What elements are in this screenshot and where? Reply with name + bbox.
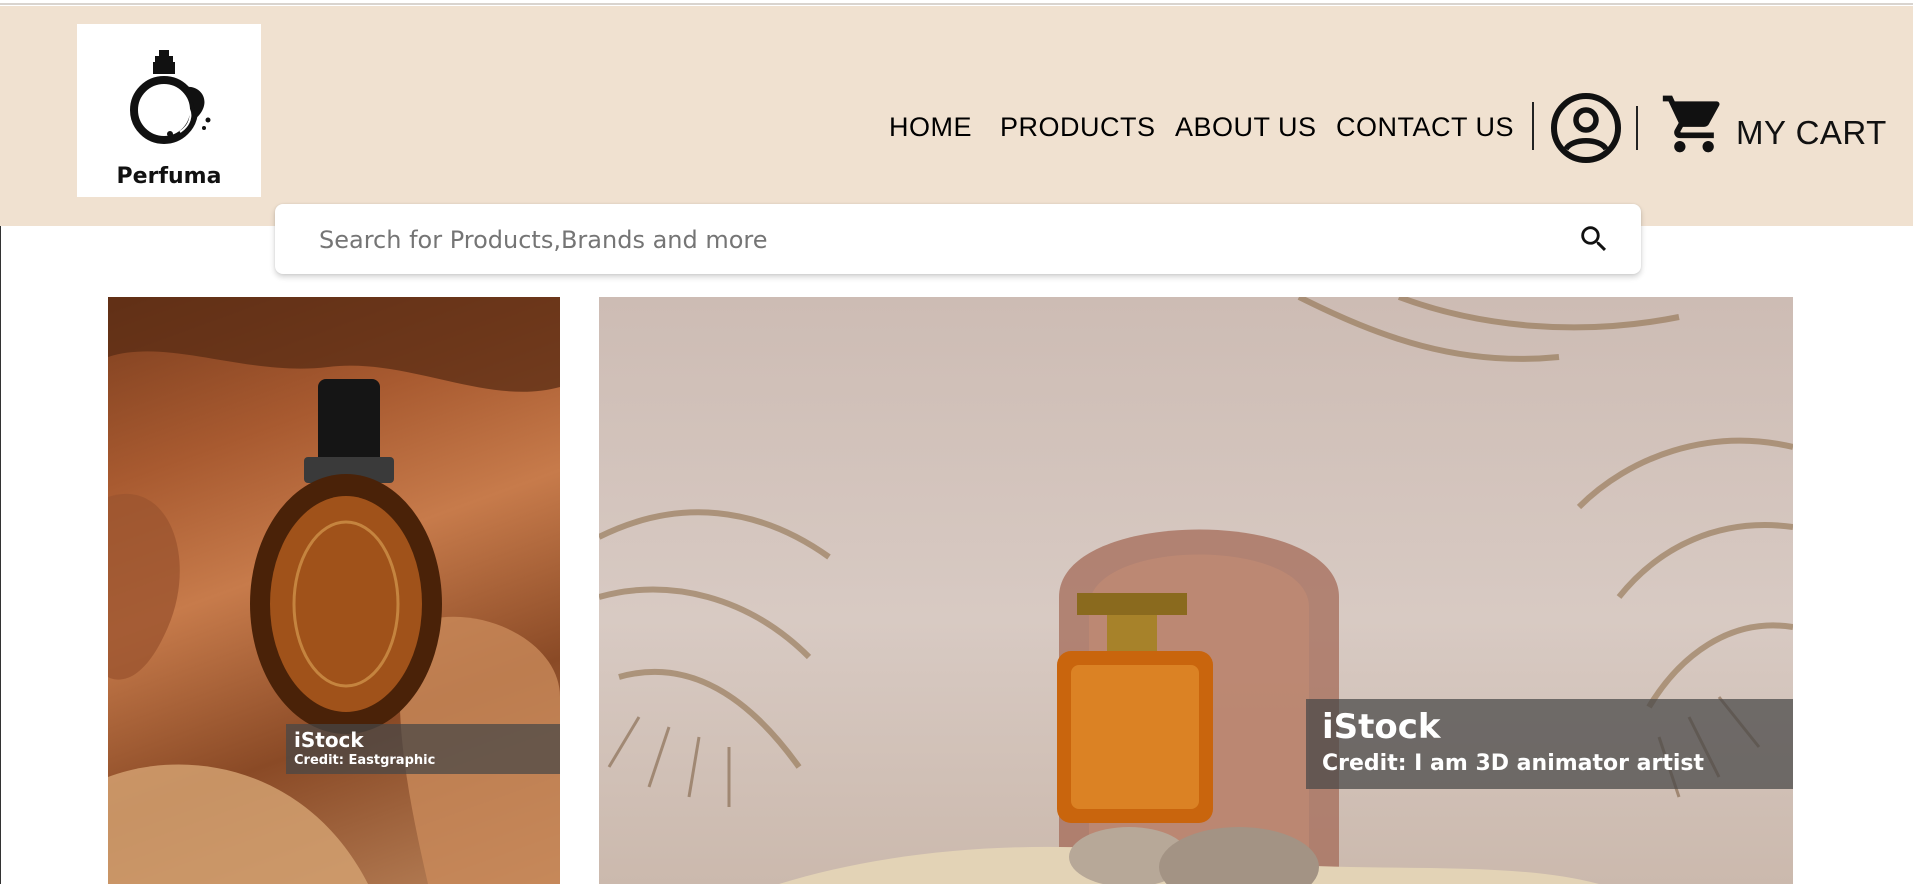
nav-about-link[interactable]: ABOUT US	[1175, 112, 1317, 143]
image-credit-overlay: iStock Credit: I am 3D animator artist	[1306, 699, 1793, 789]
nav-products-link[interactable]: PRODUCTS	[1000, 112, 1156, 143]
page-left-border	[0, 226, 1, 884]
hero-image-left[interactable]: iStock Credit: Eastgraphic	[108, 297, 560, 884]
image-credit-overlay: iStock Credit: Eastgraphic	[286, 724, 560, 774]
brand-logo[interactable]: Perfuma	[77, 24, 261, 197]
search-bar	[275, 204, 1641, 274]
search-input[interactable]	[317, 218, 1521, 262]
top-border	[0, 0, 1913, 5]
nav-home-link[interactable]: HOME	[889, 112, 972, 143]
nav-contact-link[interactable]: CONTACT US	[1336, 112, 1514, 143]
hero-image-main[interactable]: iStock Credit: I am 3D animator artist	[599, 297, 1793, 884]
perfume-on-rocks-image	[108, 297, 560, 884]
search-icon[interactable]	[1577, 222, 1611, 256]
istock-logo-text: iStock	[294, 728, 364, 752]
image-credit-text: Credit: Eastgraphic	[294, 753, 436, 768]
account-circle-icon[interactable]	[1550, 92, 1622, 164]
nav-divider	[1532, 102, 1534, 150]
shopping-cart-icon[interactable]	[1660, 90, 1728, 158]
my-cart-link[interactable]: MY CART	[1736, 114, 1887, 152]
perfume-arch-palms-image	[599, 297, 1793, 884]
site-header: Perfuma HOME PRODUCTS ABOUT US CONTACT U…	[0, 6, 1913, 226]
istock-logo-text: iStock	[1322, 707, 1441, 747]
image-credit-text: Credit: I am 3D animator artist	[1322, 751, 1705, 776]
perfume-bottle-icon	[130, 50, 211, 144]
brand-name: Perfuma	[116, 164, 222, 189]
account-divider	[1636, 106, 1638, 150]
